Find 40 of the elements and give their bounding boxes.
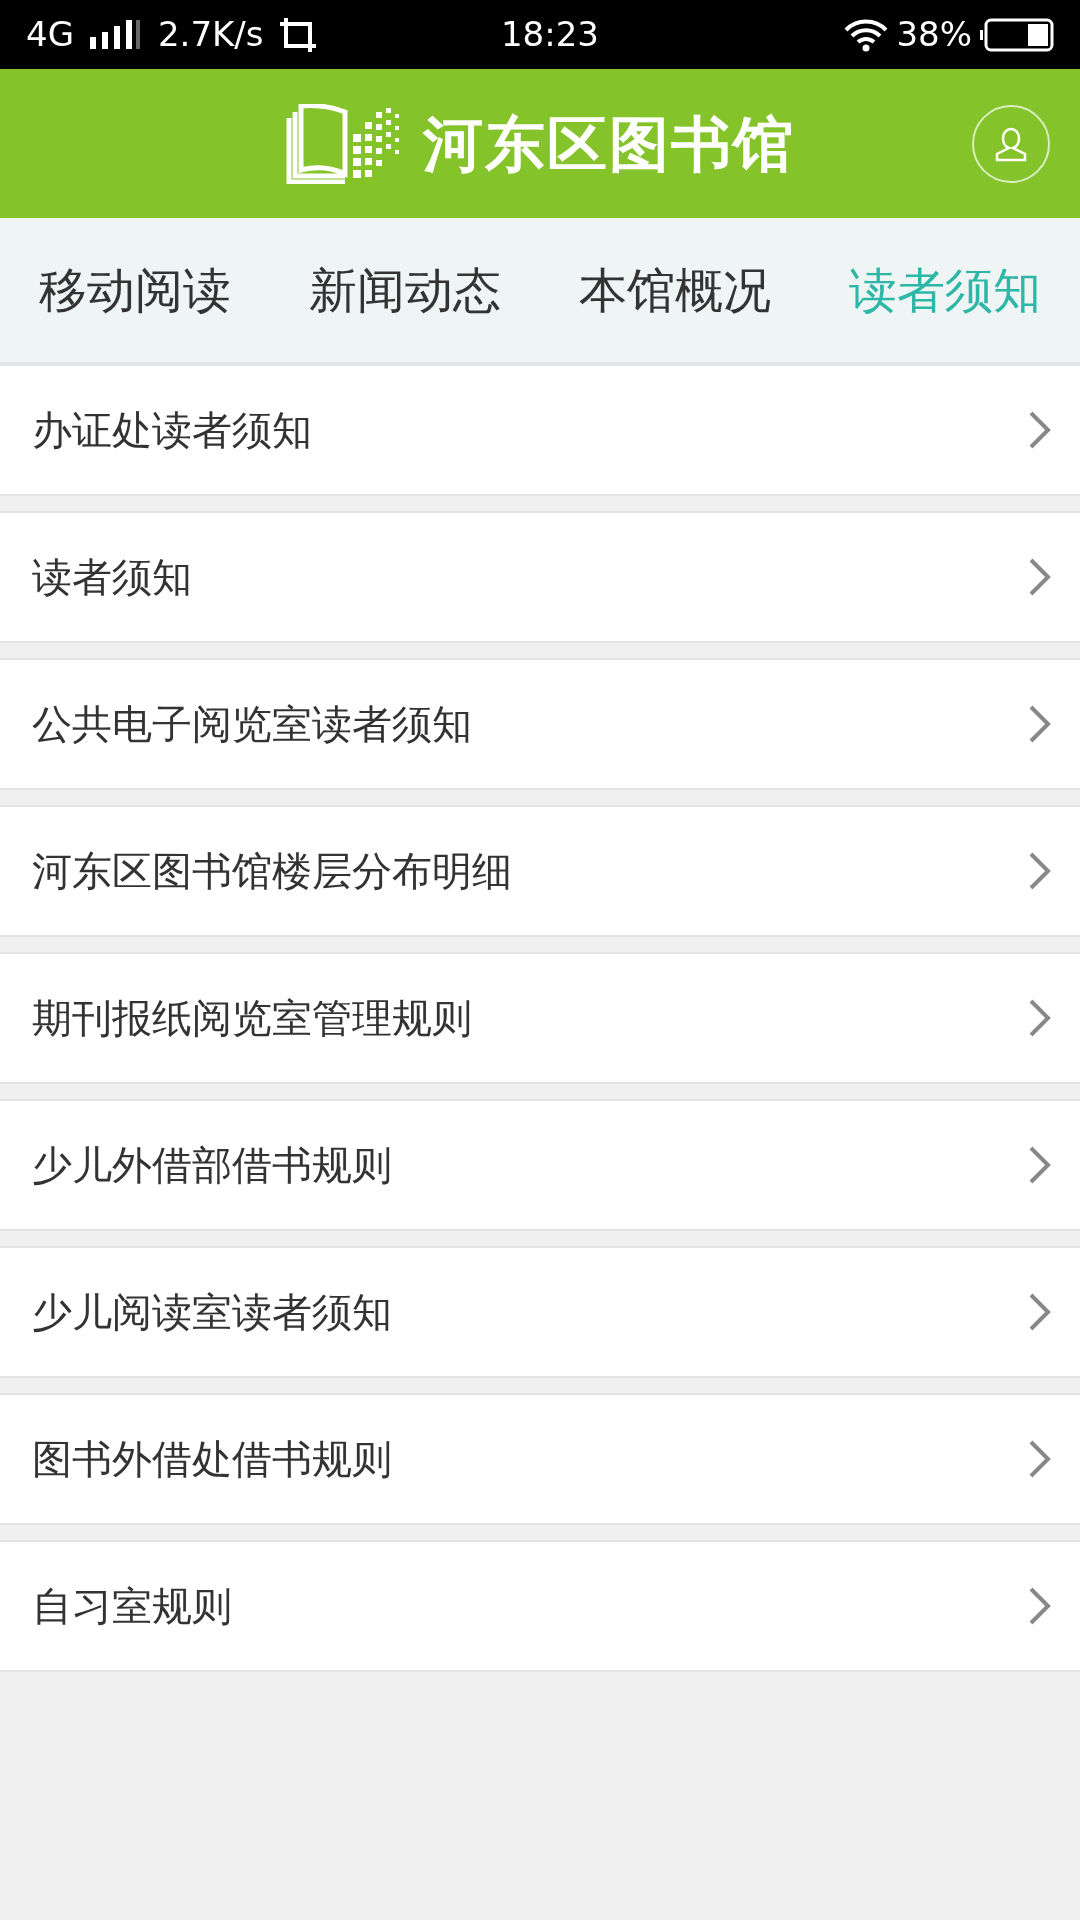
item-label: 图书外借处借书规则 [32, 1435, 392, 1484]
chevron-right-icon [1028, 1439, 1052, 1479]
chevron-right-icon [1028, 1145, 1052, 1185]
chevron-right-icon [1028, 704, 1052, 744]
notice-list-item[interactable]: 少儿阅读室读者须知 [0, 1246, 1080, 1378]
chevron-right-icon [1028, 557, 1052, 597]
chevron-right-icon [1028, 1292, 1052, 1332]
library-title: 河东区图书馆 [423, 107, 795, 181]
notice-list-item[interactable]: 少儿外借部借书规则 [0, 1099, 1080, 1231]
nav-tab[interactable]: 移动阅读 [39, 254, 231, 326]
notice-list-item[interactable]: 期刊报纸阅览室管理规则 [0, 952, 1080, 1084]
wifi-icon [844, 17, 889, 52]
network-speed: 2.7K/s [158, 13, 264, 56]
notice-list-item[interactable]: 图书外借处借书规则 [0, 1393, 1080, 1525]
clock-time: 18:23 [501, 13, 599, 56]
item-label: 期刊报纸阅览室管理规则 [32, 994, 472, 1043]
notice-list-item[interactable]: 公共电子阅览室读者须知 [0, 658, 1080, 790]
battery-percent: 38% [896, 13, 972, 56]
user-button[interactable] [972, 105, 1050, 183]
chevron-right-icon [1028, 1586, 1052, 1626]
network-type: 4G [26, 13, 74, 56]
screenshot-icon [279, 17, 316, 52]
notice-list-item[interactable]: 自习室规则 [0, 1540, 1080, 1672]
signal-icon [90, 18, 142, 51]
chevron-right-icon [1028, 851, 1052, 891]
item-label: 读者须知 [32, 553, 192, 602]
item-label: 办证处读者须知 [32, 406, 312, 455]
nav-tab[interactable]: 本馆概况 [579, 254, 771, 326]
item-label: 少儿阅读室读者须知 [32, 1288, 392, 1337]
item-label: 公共电子阅览室读者须知 [32, 700, 472, 749]
chevron-right-icon [1028, 410, 1052, 450]
item-label: 少儿外借部借书规则 [32, 1141, 392, 1190]
notice-list-item[interactable]: 河东区图书馆楼层分布明细 [0, 805, 1080, 937]
item-label: 自习室规则 [32, 1582, 232, 1631]
chevron-right-icon [1028, 998, 1052, 1038]
battery-icon [980, 17, 1054, 52]
nav-tab[interactable]: 新闻动态 [309, 254, 501, 326]
notice-list-item[interactable]: 办证处读者须知 [0, 364, 1080, 496]
notice-list-item[interactable]: 读者须知 [0, 511, 1080, 643]
item-label: 河东区图书馆楼层分布明细 [32, 847, 512, 896]
